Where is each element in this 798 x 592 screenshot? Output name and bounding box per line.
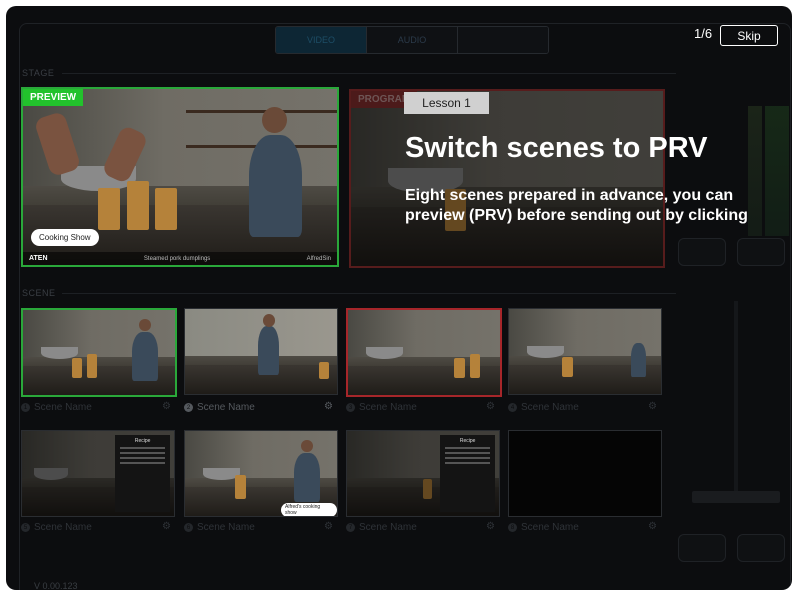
preview-lower-bar: ATEN Steamed pork dumplings AlfredSin bbox=[23, 252, 337, 265]
scene-8-settings-icon[interactable]: ⚙ bbox=[648, 521, 657, 532]
scene-name-4: 4 Scene Name bbox=[508, 402, 662, 413]
audio-meter-right bbox=[765, 106, 789, 236]
mode-tabs: VIDEO AUDIO bbox=[275, 26, 549, 54]
tutorial-body: Eight scenes prepared in advance, you ca… bbox=[405, 187, 748, 224]
scene-thumb-5[interactable]: Recipe bbox=[21, 430, 175, 517]
stage-label: STAGE bbox=[22, 68, 55, 78]
app-window: VIDEO AUDIO STAGE PREVIEW Cooking Show A… bbox=[6, 6, 792, 590]
scene-7-settings-icon[interactable]: ⚙ bbox=[486, 521, 495, 532]
scene-label: SCENE bbox=[22, 288, 56, 298]
stage-divider bbox=[62, 73, 676, 74]
tab-audio[interactable]: AUDIO bbox=[367, 27, 458, 53]
scene-5-recipe-panel: Recipe bbox=[115, 435, 170, 512]
tab-video[interactable]: VIDEO bbox=[276, 27, 367, 53]
scene-name-1: 1 Scene Name bbox=[21, 402, 175, 413]
scene-2-settings-icon[interactable]: ⚙ bbox=[324, 401, 333, 412]
scene-name-5: 5 Scene Name bbox=[21, 522, 175, 533]
side-control-button-4[interactable] bbox=[737, 534, 785, 562]
preview-bar-caption: Steamed pork dumplings bbox=[143, 255, 211, 262]
side-control-button-1[interactable] bbox=[678, 238, 726, 266]
t-bar-handle[interactable] bbox=[692, 491, 780, 503]
scene-thumb-8[interactable] bbox=[508, 430, 662, 517]
program-monitor[interactable]: PROGRAM bbox=[349, 89, 665, 268]
t-bar-track bbox=[734, 301, 738, 501]
scene-name-7: 7 Scene Name bbox=[346, 522, 500, 533]
version-label: V 0.00.123 bbox=[34, 581, 78, 590]
scene-6-settings-icon[interactable]: ⚙ bbox=[324, 521, 333, 532]
scene-thumb-1[interactable] bbox=[21, 308, 177, 397]
scene-name-2: 2 Scene Name bbox=[184, 402, 338, 413]
preview-bar-author: AlfredSin bbox=[306, 255, 331, 262]
scene-4-settings-icon[interactable]: ⚙ bbox=[648, 401, 657, 412]
program-video-frame bbox=[351, 91, 663, 266]
tutorial-title: Switch scenes to PRV bbox=[405, 132, 708, 164]
scene-3-settings-icon[interactable]: ⚙ bbox=[486, 401, 495, 412]
scene-thumb-7[interactable]: Recipe bbox=[346, 430, 500, 517]
scene-name-3: 3 Scene Name bbox=[346, 402, 500, 413]
scene-1-settings-icon[interactable]: ⚙ bbox=[162, 401, 171, 412]
scene-name-8: 8 Scene Name bbox=[508, 522, 662, 533]
side-control-button-2[interactable] bbox=[737, 238, 785, 266]
tutorial-step-counter: 1/6 bbox=[694, 26, 713, 41]
preview-badge: PREVIEW bbox=[23, 89, 84, 106]
tab-third[interactable] bbox=[458, 27, 548, 53]
side-control-button-3[interactable] bbox=[678, 534, 726, 562]
preview-bar-logo: ATEN bbox=[29, 255, 48, 262]
scene-thumb-6[interactable]: Alfred's cooking show bbox=[184, 430, 338, 517]
preview-title-pill: Cooking Show bbox=[31, 229, 99, 246]
preview-monitor[interactable]: PREVIEW Cooking Show ATEN Steamed pork d… bbox=[21, 87, 339, 267]
scene-7-recipe-panel: Recipe bbox=[440, 435, 495, 512]
scene-6-title-pill: Alfred's cooking show bbox=[281, 503, 337, 516]
scene-thumb-3[interactable] bbox=[346, 308, 502, 397]
scene-name-6: 6 Scene Name bbox=[184, 522, 338, 533]
scene-5-settings-icon[interactable]: ⚙ bbox=[162, 521, 171, 532]
skip-tutorial-button[interactable]: Skip bbox=[720, 25, 778, 46]
scene-thumb-4[interactable] bbox=[508, 308, 662, 395]
scene-divider bbox=[62, 293, 676, 294]
scene-thumb-2[interactable] bbox=[184, 308, 338, 395]
lesson-badge: Lesson 1 bbox=[404, 92, 489, 114]
